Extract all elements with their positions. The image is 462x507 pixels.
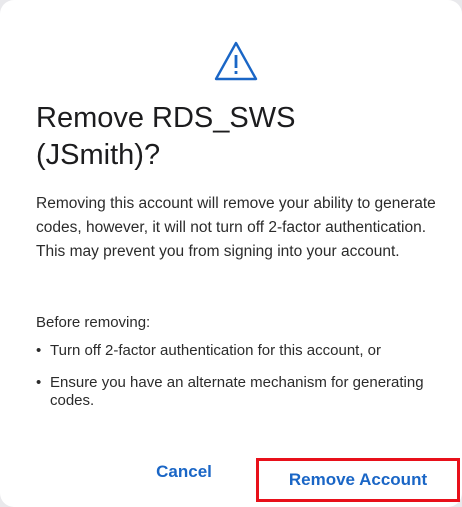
warning-triangle-icon <box>214 41 258 81</box>
list-item-text: Ensure you have an alternate mechanism f… <box>50 374 424 409</box>
remove-account-button[interactable]: Remove Account <box>256 458 460 502</box>
cancel-button[interactable]: Cancel <box>138 455 230 489</box>
remove-account-dialog: Remove RDS_SWS (JSmith)? Removing this a… <box>0 0 462 507</box>
instruction-list: • Turn off 2-factor authentication for t… <box>36 342 426 424</box>
bullet-dot: • <box>36 374 42 391</box>
before-removing-label: Before removing: <box>36 314 151 331</box>
dialog-title: Remove RDS_SWS (JSmith)? <box>36 102 296 171</box>
list-item: • Ensure you have an alternate mechanism… <box>36 374 426 410</box>
list-item-text: Turn off 2-factor authentication for thi… <box>50 342 382 359</box>
dialog-message: Removing this account will remove your a… <box>36 195 436 260</box>
bullet-dot: • <box>36 342 42 359</box>
list-item: • Turn off 2-factor authentication for t… <box>36 342 426 360</box>
